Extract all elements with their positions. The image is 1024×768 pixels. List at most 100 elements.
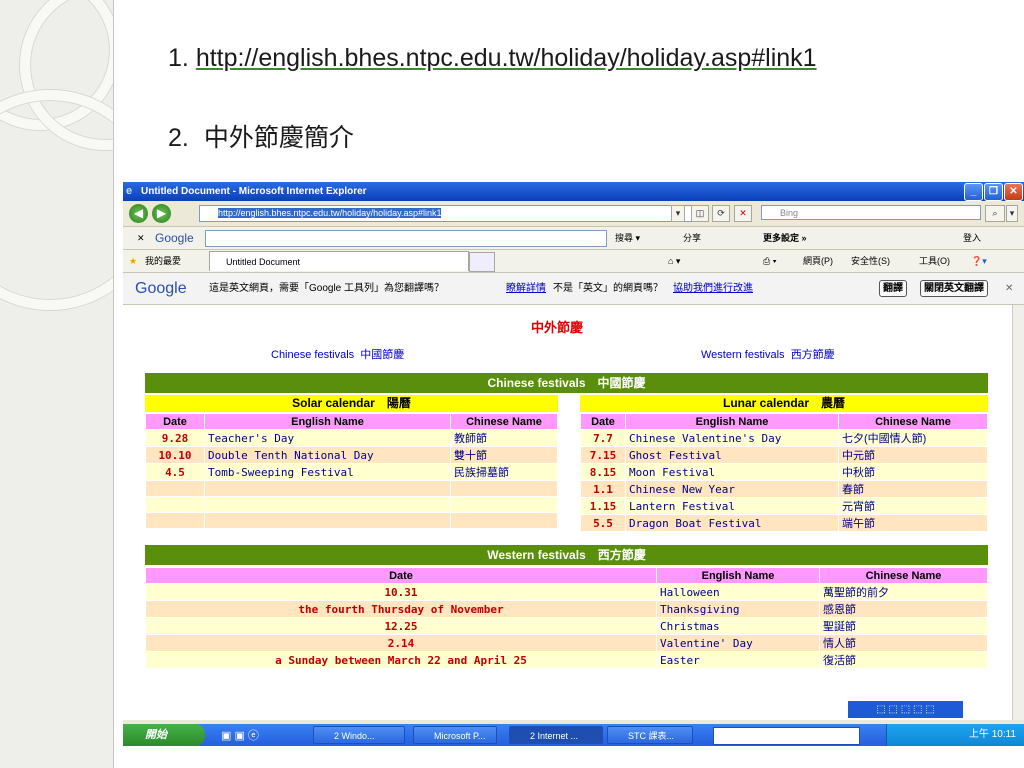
google-search-button[interactable]: 搜尋 ▾ [615,227,640,249]
task-internet[interactable]: 2 Internet ... [509,726,603,744]
cell-english: Teacher's Day [204,429,451,447]
details-link[interactable]: 瞭解詳情 [506,273,546,304]
holiday-url-link[interactable]: http://english.bhes.ntpc.edu.tw/holiday/… [196,44,817,72]
cell-english: Thanksgiving [656,600,820,618]
vertical-scrollbar[interactable] [1012,305,1024,720]
home-icon[interactable]: ⌂ ▾ [668,250,680,272]
page-menu[interactable]: 網頁(P) [803,250,833,272]
login-button[interactable]: 登入 [963,227,981,249]
cell-chinese: 中元節 [838,446,988,464]
translate-message: 這是英文網頁，需要「Google 工具列」為您翻譯嗎？ [209,283,445,294]
stop-icon[interactable]: ✕ [734,205,752,222]
cell-date: 1.1 [580,480,626,498]
ime-toolbar[interactable]: ⬚ ⬚ ⬚ ⬚ ⬚ [848,701,963,718]
maximize-button[interactable]: ❐ [984,183,1003,201]
page-heading: 中外節慶 [531,320,584,335]
forward-button[interactable]: ▶ [152,204,171,223]
cell-date: a Sunday between March 22 and April 25 [145,651,657,669]
cell-date: 10.31 [145,583,657,601]
minimize-button[interactable]: _ [964,183,983,201]
quicklaunch-icons[interactable]: ▣ ▣ ⓔ [221,727,259,743]
item-number: 2. [168,124,189,152]
table-row: 7.15 Ghost Festival 中元節 [580,446,988,464]
cell-chinese: 中秋節 [838,463,988,481]
cell-english: Chinese New Year [625,480,839,498]
address-text: http://english.bhes.ntpc.edu.tw/holiday/… [218,208,442,218]
task-label: STC 課表... [628,731,675,741]
cell-english: Chinese Valentine's Day [625,429,839,447]
search-options[interactable]: ▾ [1006,205,1018,222]
table-row: a Sunday between March 22 and April 25 Ea… [145,651,988,669]
item-text: 中外節慶簡介 [203,124,354,152]
task-stc[interactable]: STC 課表... [607,726,693,744]
tools-menu[interactable]: 工具(O) [919,250,950,272]
close-translate-button[interactable]: 關閉英文翻譯 [920,280,988,297]
col-english: English Name [204,413,451,430]
print-icon[interactable]: ⎙ ▾ [763,250,776,272]
cell-date: 2.14 [145,634,657,652]
back-button[interactable]: ◀ [129,204,148,223]
google-toolbar: ✕ Google 搜尋 ▾ 分享 更多設定 » 登入 [123,227,1024,250]
cell-english: Halloween [656,583,820,601]
bing-search-input[interactable]: Bing [761,205,981,220]
cell-date: 8.15 [580,463,626,481]
cell-english: Ghost Festival [625,446,839,464]
close-toolbar-icon[interactable]: ✕ [137,227,145,249]
close-icon[interactable]: ✕ [1005,273,1013,304]
table-row [145,496,558,513]
not-english-text: 不是「英文」的網頁嗎？ [553,283,663,294]
col-english: English Name [656,567,820,584]
address-input[interactable]: http://english.bhes.ntpc.edu.tw/holiday/… [199,205,709,222]
cell-date: 7.7 [580,429,626,447]
favorites-button[interactable]: 我的最愛 [145,250,181,272]
address-dropdown[interactable]: ▾ [671,205,685,222]
help-improve-link[interactable]: 協助我們進行改進 [673,273,753,304]
close-button[interactable]: ✕ [1004,183,1023,201]
link-en: Chinese festivals [271,349,355,361]
chinese-festivals-header: Chinese festivals 中國節慶 [145,373,988,393]
lunar-table: Date English Name Chinese Name 7.7 Chines… [580,413,988,532]
more-settings-button[interactable]: 更多設定 » [763,227,807,249]
link-zh: 西方節慶 [790,349,835,361]
link-zh: 中國節慶 [360,349,405,361]
start-button[interactable]: 開始 [123,724,205,746]
cell-chinese: 情人節 [819,634,988,652]
tab-label: Untitled Document [226,257,301,267]
nero-search-input[interactable] [713,727,860,745]
col-date: Date [145,567,657,584]
help-icon[interactable]: ❓▾ [971,250,987,272]
western-table: Date English Name Chinese Name 10.31 Hall… [145,567,988,669]
table-row: 2.14 Valentine' Day 情人節 [145,634,988,652]
refresh-icon[interactable]: ⟳ [712,205,730,222]
cell-date: 1.15 [580,497,626,515]
col-chinese: Chinese Name [450,413,558,430]
deco-ring [0,90,113,310]
translate-button[interactable]: 翻譯 [879,280,907,297]
table-row [145,512,558,529]
table-row: 8.15 Moon Festival 中秋節 [580,463,988,481]
safety-menu[interactable]: 安全性(S) [851,250,890,272]
task-label: Microsoft P... [434,731,486,741]
ie-icon: e [126,185,133,197]
google-search-input[interactable] [205,230,607,247]
search-label: 搜尋 [615,233,634,243]
search-icon[interactable]: ⌕ [985,205,1005,222]
cell-date: 12.25 [145,617,657,635]
cell-date: 5.5 [580,514,626,532]
task-label: 2 Internet ... [530,731,579,741]
share-button[interactable]: 分享 [683,227,701,249]
cell-english: Tomb-Sweeping Festival [204,463,451,481]
task-windows[interactable]: 2 Windo... [313,726,405,744]
new-tab-button[interactable] [469,252,495,272]
link-western-festivals[interactable]: Western festivals 西方節慶 [701,346,835,362]
table-row: 10.31 Halloween 萬聖節的前夕 [145,583,988,601]
cell-date: 9.28 [145,429,205,447]
tab-untitled[interactable]: Untitled Document [209,251,469,271]
link-en: Western festivals [701,349,785,361]
cell-english: Valentine' Day [656,634,820,652]
task-powerpoint[interactable]: Microsoft P... [413,726,497,744]
table-row: 5.5 Dragon Boat Festival 端午節 [580,514,988,532]
window-title: Untitled Document - Microsoft Internet E… [141,186,367,197]
link-chinese-festivals[interactable]: Chinese festivals 中國節慶 [271,346,404,362]
compat-icon[interactable]: ◫ [691,205,709,222]
